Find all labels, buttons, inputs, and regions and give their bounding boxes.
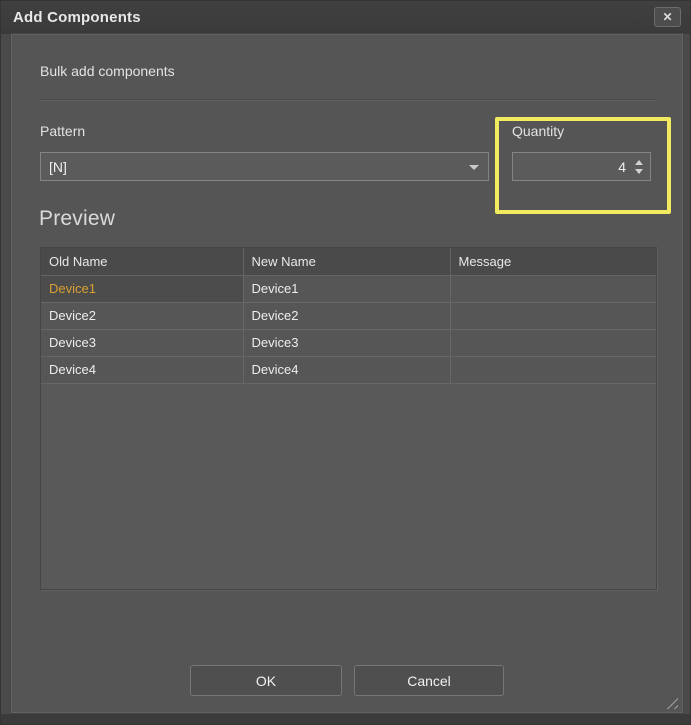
pattern-value: [N] — [49, 159, 67, 175]
add-components-dialog: Add Components ✕ Bulk add components Pat… — [0, 0, 691, 725]
column-header-new-name[interactable]: New Name — [243, 248, 450, 275]
cell-message[interactable] — [450, 275, 656, 302]
table-row: Device2 Device2 — [41, 302, 656, 329]
cell-old-name[interactable]: Device3 — [41, 329, 243, 356]
cell-new-name[interactable]: Device1 — [243, 275, 450, 302]
window-bottom-edge — [1, 714, 690, 725]
table-header-row: Old Name New Name Message — [41, 248, 656, 275]
column-header-message[interactable]: Message — [450, 248, 656, 275]
cell-old-name-selected[interactable]: Device1 — [41, 275, 243, 302]
cell-message[interactable] — [450, 329, 656, 356]
cell-message[interactable] — [450, 356, 656, 383]
bulk-add-description: Bulk add components — [40, 63, 175, 79]
pattern-dropdown[interactable]: [N] — [40, 152, 489, 181]
preview-heading: Preview — [39, 207, 115, 231]
cell-new-name[interactable]: Device3 — [243, 329, 450, 356]
column-header-old-name[interactable]: Old Name — [41, 248, 243, 275]
pattern-label: Pattern — [40, 123, 85, 139]
quantity-stepper — [512, 152, 651, 181]
spin-buttons — [631, 153, 647, 180]
close-icon: ✕ — [662, 11, 672, 23]
close-button[interactable]: ✕ — [654, 7, 681, 27]
chevron-down-icon — [469, 165, 479, 170]
cell-old-name[interactable]: Device4 — [41, 356, 243, 383]
dialog-title: Add Components — [13, 9, 141, 26]
cell-old-name[interactable]: Device2 — [41, 302, 243, 329]
dialog-titlebar[interactable]: Add Components ✕ — [1, 1, 690, 34]
resize-grip-icon[interactable] — [665, 696, 678, 709]
preview-table: Old Name New Name Message Device1 Device… — [40, 247, 657, 590]
section-divider — [40, 99, 657, 101]
table-row: Device4 Device4 — [41, 356, 656, 383]
spin-down-icon[interactable] — [635, 169, 643, 174]
cell-new-name[interactable]: Device2 — [243, 302, 450, 329]
dialog-body: Bulk add components Pattern [N] Quantity… — [11, 34, 683, 713]
cell-message[interactable] — [450, 302, 656, 329]
table-row: Device3 Device3 — [41, 329, 656, 356]
quantity-input[interactable] — [513, 153, 650, 180]
ok-button[interactable]: OK — [190, 665, 342, 696]
quantity-label: Quantity — [512, 123, 564, 139]
cancel-button[interactable]: Cancel — [354, 665, 504, 696]
cell-new-name[interactable]: Device4 — [243, 356, 450, 383]
table-row: Device1 Device1 — [41, 275, 656, 302]
spin-up-icon[interactable] — [635, 160, 643, 165]
